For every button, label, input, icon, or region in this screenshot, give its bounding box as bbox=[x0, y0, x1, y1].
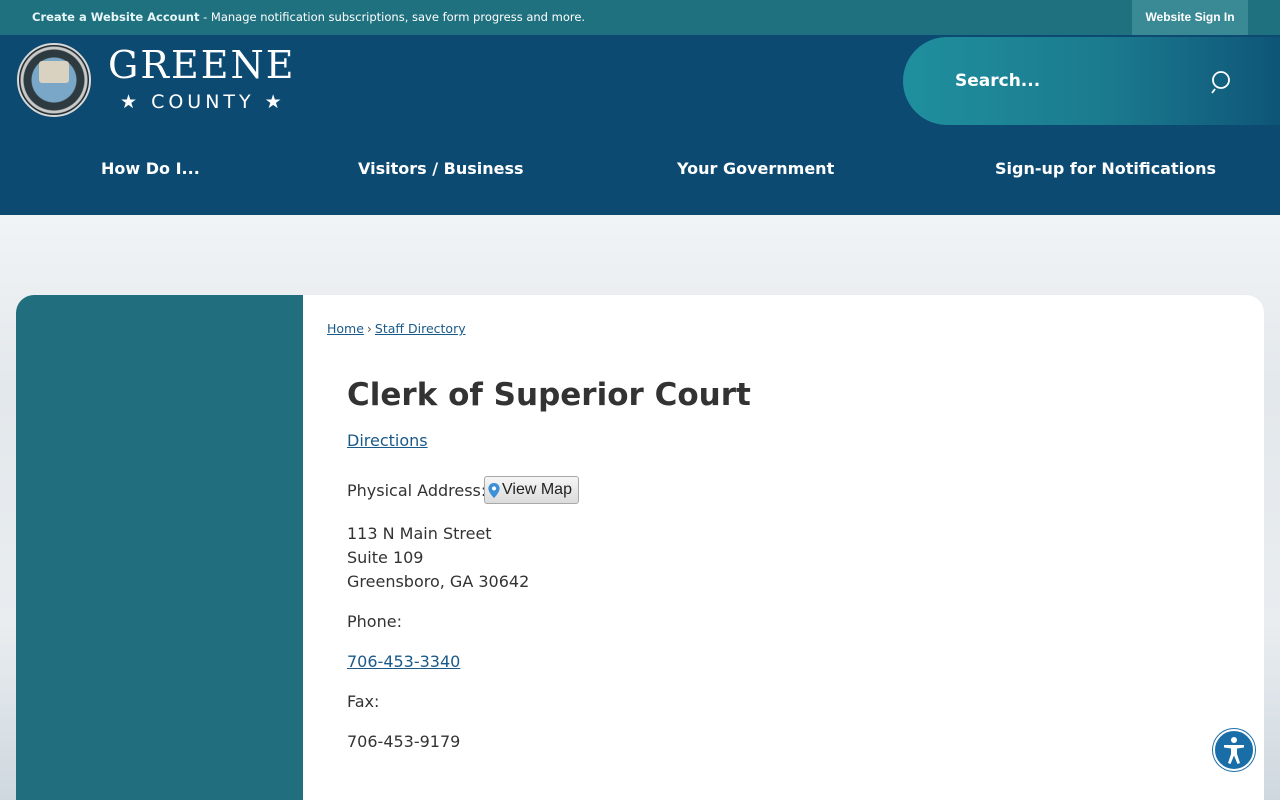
view-map-button[interactable]: View Map bbox=[484, 476, 579, 504]
nav-sign-up-notifications[interactable]: Sign-up for Notifications bbox=[995, 159, 1216, 178]
breadcrumb-separator: › bbox=[366, 321, 372, 336]
address-line-3: Greensboro, GA 30642 bbox=[347, 572, 530, 591]
site-header: GREENE ★ COUNTY ★ How Do I... Visitors /… bbox=[0, 35, 1280, 215]
nav-your-government[interactable]: Your Government bbox=[677, 159, 834, 178]
address-line-2: Suite 109 bbox=[347, 548, 424, 567]
search-input[interactable] bbox=[955, 65, 1215, 97]
website-sign-in-button[interactable]: Website Sign In bbox=[1132, 0, 1248, 35]
main-content: Home › Staff Directory Clerk of Superior C… bbox=[303, 295, 1264, 800]
physical-address-label: Physical Address: bbox=[347, 481, 487, 500]
view-map-label: View Map bbox=[502, 481, 572, 498]
nav-visitors-business[interactable]: Visitors / Business bbox=[358, 159, 524, 178]
search-icon[interactable] bbox=[1211, 70, 1235, 94]
county-seal-logo[interactable] bbox=[17, 43, 91, 117]
fax-label: Fax: bbox=[347, 692, 380, 711]
seal-courthouse-image bbox=[39, 61, 69, 83]
accessibility-icon bbox=[1224, 737, 1244, 764]
page-title: Clerk of Superior Court bbox=[347, 377, 751, 413]
logo-subtitle[interactable]: ★ COUNTY ★ bbox=[120, 91, 286, 113]
breadcrumb-home[interactable]: Home bbox=[327, 321, 364, 336]
accessibility-button[interactable] bbox=[1213, 729, 1255, 771]
account-message: Create a Website Account - Manage notifi… bbox=[32, 10, 585, 24]
phone-number-link[interactable]: 706-453-3340 bbox=[347, 652, 460, 671]
create-account-link[interactable]: Create a Website Account bbox=[32, 10, 199, 24]
logo-title[interactable]: GREENE bbox=[108, 43, 295, 87]
fax-number: 706-453-9179 bbox=[347, 732, 461, 751]
account-message-text: - Manage notification subscriptions, sav… bbox=[199, 10, 586, 24]
main-navigation: How Do I... Visitors / Business Your Gov… bbox=[0, 147, 1280, 193]
phone-label: Phone: bbox=[347, 612, 402, 631]
address-line-1: 113 N Main Street bbox=[347, 524, 492, 543]
map-pin-icon bbox=[488, 483, 500, 498]
breadcrumb: Home › Staff Directory bbox=[327, 321, 466, 336]
search-box bbox=[903, 37, 1280, 125]
nav-how-do-i[interactable]: How Do I... bbox=[101, 159, 200, 178]
top-bar: Create a Website Account - Manage notifi… bbox=[0, 0, 1280, 35]
breadcrumb-staff-directory[interactable]: Staff Directory bbox=[375, 321, 466, 336]
directions-link[interactable]: Directions bbox=[347, 431, 428, 450]
side-panel bbox=[16, 295, 303, 800]
